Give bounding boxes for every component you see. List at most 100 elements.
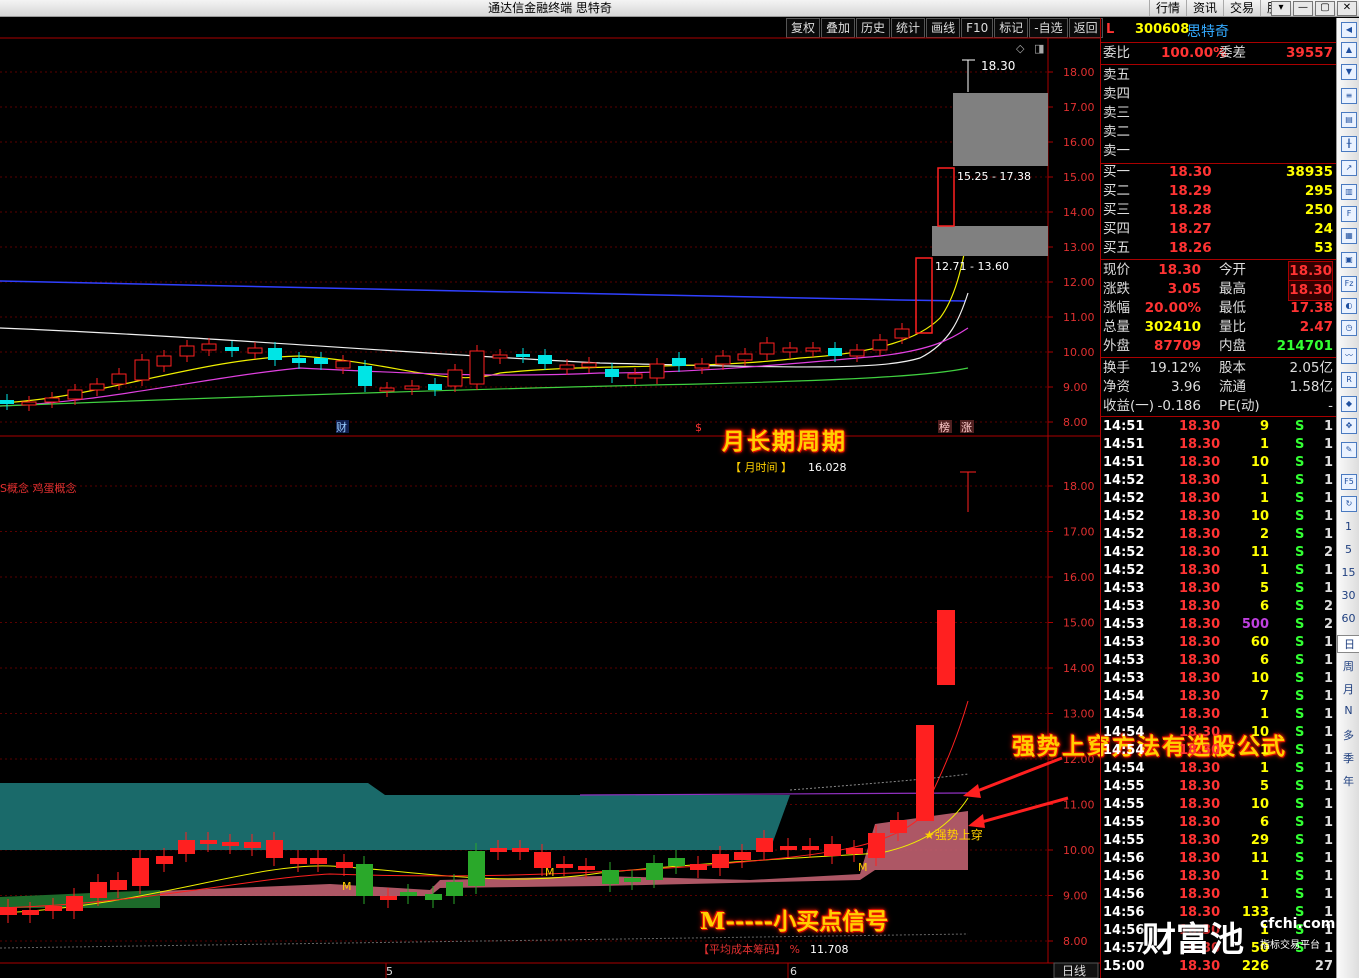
arrow-left-icon[interactable]: ◀	[1341, 22, 1357, 38]
period-5[interactable]: 日	[1337, 635, 1359, 653]
tick-volume: 2	[1259, 527, 1269, 542]
menu-zixun[interactable]: 资讯	[1185, 0, 1223, 16]
list-icon[interactable]: ≡	[1341, 88, 1357, 104]
buy-level-label: 买三	[1103, 202, 1130, 218]
weibi-row: 委比 100.00% 委差 39557	[1103, 44, 1335, 63]
tick-row: 14:51 18.30 10 S 1	[1103, 454, 1335, 472]
candle	[516, 354, 530, 357]
close-icon[interactable]: ✕	[1337, 1, 1357, 16]
buy-level-volume: 38935	[1286, 164, 1333, 180]
tick-price: 18.30	[1179, 473, 1221, 488]
buy-level-price: 18.28	[1169, 202, 1212, 218]
tick-count: 1	[1323, 797, 1333, 812]
bar-icon[interactable]: ▥	[1341, 184, 1357, 200]
doc-icon[interactable]: ▣	[1341, 252, 1357, 268]
quote-panel: L 300608 思特奇 委比 100.00% 委差 39557 卖五 卖四 卖三卖…	[1100, 18, 1336, 978]
grid-icon[interactable]: ▦	[1341, 228, 1357, 244]
stat2-row: 收益(一) -0.186 PE(动) -	[1103, 397, 1335, 416]
tick-price: 18.30	[1179, 725, 1221, 740]
kline-icon[interactable]: ╫	[1341, 136, 1357, 152]
marker-cai[interactable]: 财	[336, 420, 347, 434]
tick-row: 14:55 18.30 5 S 1	[1103, 778, 1335, 796]
kline-chart-area[interactable]: 18.00 17.00 16.00 15.00 14.00 13.00 12.00 11.00…	[0, 18, 1100, 978]
minimize-icon[interactable]: —	[1293, 1, 1313, 16]
stat-value: 20.00%	[1144, 300, 1201, 316]
f10-icon[interactable]: F	[1341, 206, 1357, 222]
stock-code[interactable]: 300608	[1135, 22, 1189, 37]
price-label: 12.00	[1063, 276, 1095, 289]
price-label: 11.00	[1063, 311, 1095, 324]
trend-icon[interactable]: ↗	[1341, 160, 1357, 176]
candle	[649, 363, 665, 379]
concept-text: S概念 鸡蛋概念	[0, 481, 76, 495]
tick-price: 18.30	[1179, 599, 1221, 614]
pen-icon[interactable]: ✎	[1341, 442, 1357, 458]
period-2[interactable]: 15	[1337, 566, 1359, 579]
buy-level-volume: 250	[1304, 202, 1333, 218]
sub-candle	[266, 840, 283, 858]
sep-5	[1101, 416, 1336, 417]
panel-toggle-icon[interactable]: ◨	[1034, 42, 1044, 55]
pie-icon[interactable]: ◐	[1341, 298, 1357, 314]
sell-level-row: 卖五	[1103, 66, 1335, 85]
tick-price: 18.30	[1179, 455, 1221, 470]
tick-volume: 11	[1250, 545, 1269, 560]
arrow-up-icon[interactable]: ▲	[1341, 42, 1357, 58]
sub-candle	[178, 840, 195, 854]
stat-label: 股本	[1219, 360, 1246, 376]
menu-hangqing[interactable]: 行情	[1148, 0, 1186, 16]
dropdown-icon[interactable]: ▾	[1271, 1, 1291, 16]
period-0[interactable]: 1	[1337, 520, 1359, 533]
stat-label: 最高	[1219, 281, 1246, 297]
buy-level-row: 买三 18.28 250	[1103, 201, 1335, 220]
period-9[interactable]: 多	[1337, 727, 1359, 743]
tick-count: 2	[1323, 617, 1333, 632]
maximize-icon[interactable]: ▢	[1315, 1, 1335, 16]
buy-level-label: 买四	[1103, 221, 1130, 237]
period-11[interactable]: 年	[1337, 773, 1359, 789]
period-10[interactable]: 季	[1337, 750, 1359, 766]
move-icon[interactable]: ✥	[1341, 418, 1357, 434]
tick-price: 18.30	[1179, 419, 1221, 434]
period-7[interactable]: 月	[1337, 681, 1359, 697]
arrow-down-icon[interactable]: ▼	[1341, 64, 1357, 80]
stat-row: 涨跌 3.05 最高 18.30	[1103, 280, 1335, 301]
candle	[21, 401, 37, 406]
candle	[715, 355, 731, 365]
period-3[interactable]: 30	[1337, 589, 1359, 602]
menu-jiaoyi[interactable]: 交易	[1222, 0, 1260, 16]
rsi-icon[interactable]: R	[1341, 372, 1357, 388]
watermark-sub: 指标交易平台	[1260, 940, 1320, 951]
stock-name[interactable]: 思特奇	[1187, 21, 1229, 41]
stat-value: 18.30	[1288, 280, 1333, 301]
period-4[interactable]: 60	[1337, 612, 1359, 625]
sub-candle	[846, 848, 863, 854]
fiz-icon[interactable]: Fz	[1341, 276, 1357, 292]
tick-time: 14:53	[1103, 581, 1145, 596]
f5-icon[interactable]: F5	[1341, 474, 1357, 490]
period-6[interactable]: 周	[1337, 658, 1359, 674]
bookmark-icon[interactable]: ◆	[1341, 396, 1357, 412]
diamond-icon[interactable]: ◇	[1016, 42, 1025, 55]
tick-count: 1	[1323, 635, 1333, 650]
marker-dollar[interactable]: $	[695, 421, 702, 434]
tick-volume: 1	[1259, 473, 1269, 488]
period-8[interactable]: N	[1337, 704, 1359, 717]
period-label[interactable]: 日线	[1062, 964, 1086, 978]
tick-row: 14:52 18.30 10 S 1	[1103, 508, 1335, 526]
date-label-5: 5	[386, 965, 393, 978]
tick-count: 1	[1323, 653, 1333, 668]
clock-icon[interactable]: ◷	[1341, 320, 1357, 336]
sell-level-row: 卖四	[1103, 85, 1335, 104]
tick-count: 2	[1323, 545, 1333, 560]
tick-side: S	[1295, 455, 1305, 470]
chart-icon[interactable]: ▤	[1341, 112, 1357, 128]
tick-row: 14:54 18.30 7 S 1	[1103, 688, 1335, 706]
tick-price: 18.30	[1179, 833, 1221, 848]
macd-icon[interactable]: 〰	[1341, 348, 1357, 364]
sub-candle	[425, 894, 442, 900]
marker-zhang[interactable]: 涨	[961, 421, 972, 434]
period-1[interactable]: 5	[1337, 543, 1359, 556]
marker-bang[interactable]: 榜	[939, 420, 950, 434]
refresh-icon[interactable]: ↻	[1341, 496, 1357, 512]
